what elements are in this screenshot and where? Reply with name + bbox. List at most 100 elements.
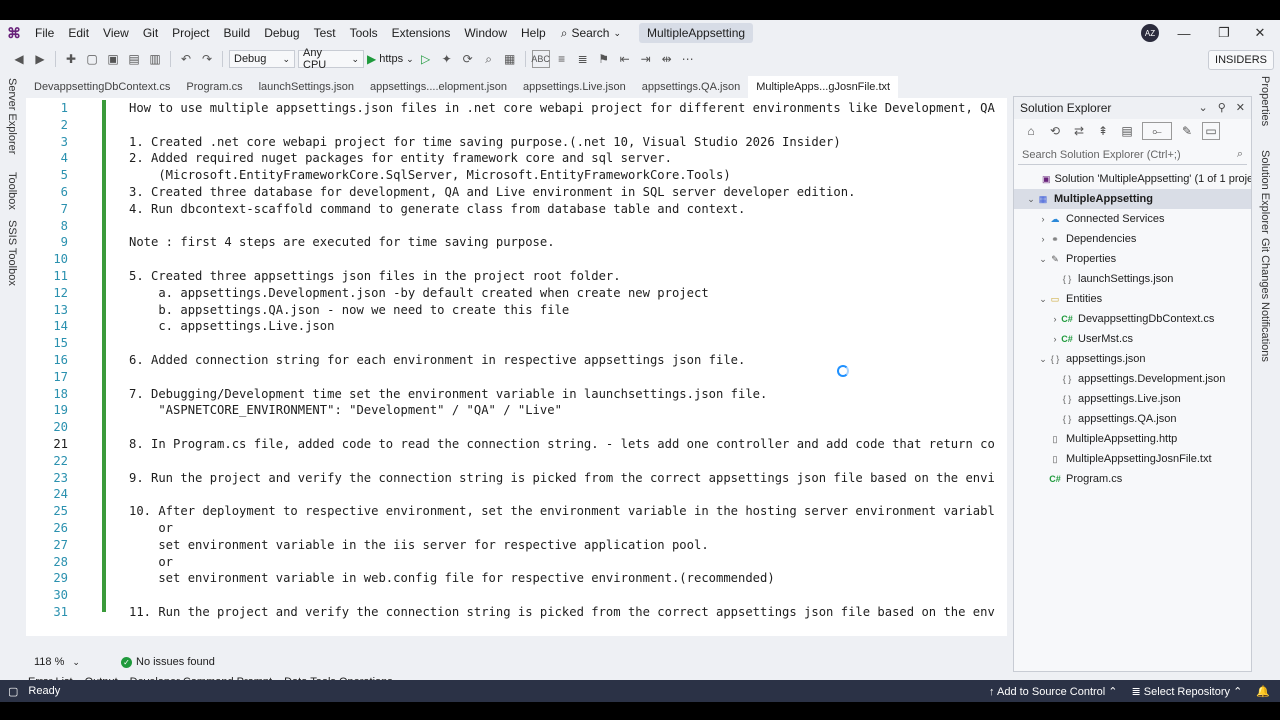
show-all-files-icon[interactable]: ▤ xyxy=(1118,122,1136,140)
doc-tab[interactable]: appsettings.QA.json xyxy=(634,76,748,98)
minimize-icon[interactable]: — xyxy=(1164,20,1204,46)
menu-help[interactable]: Help xyxy=(514,20,553,46)
dropdown-icon[interactable]: ⌄ xyxy=(1199,101,1208,114)
find-icon[interactable]: ⌕ xyxy=(480,50,498,68)
forward-icon[interactable]: ▶ xyxy=(31,50,49,68)
more-icon[interactable]: ⋯ xyxy=(679,50,697,68)
start-without-debug-icon[interactable]: ▷ xyxy=(417,50,435,68)
menu-file[interactable]: File xyxy=(28,20,61,46)
server-explorer-tab[interactable]: Server Explorer xyxy=(6,78,18,154)
configuration-dropdown[interactable]: Debug ⌄ xyxy=(229,50,295,68)
menu-view[interactable]: View xyxy=(96,20,136,46)
tree-node[interactable]: ⌄ ▦ MultipleAppsetting xyxy=(1014,189,1251,209)
next-bookmark-icon[interactable]: ⇥ xyxy=(637,50,655,68)
run-button[interactable]: ▶ https ⌄ xyxy=(367,52,414,66)
solution-search-input[interactable]: Search Solution Explorer (Ctrl+;) ⌕ xyxy=(1018,145,1247,165)
prev-bookmark-icon[interactable]: ⇤ xyxy=(616,50,634,68)
properties-wrench-icon[interactable]: ✎ xyxy=(1178,122,1196,140)
tree-node[interactable]: ▣ Solution 'MultipleAppsetting' (1 of 1 p… xyxy=(1014,169,1251,189)
avatar[interactable]: AZ xyxy=(1141,24,1159,42)
zoom-dropdown[interactable]: 118 % ⌄ xyxy=(26,656,111,668)
tree-node[interactable]: { } launchSettings.json xyxy=(1014,269,1251,289)
switch-views-icon[interactable]: ⇄ xyxy=(1070,122,1088,140)
add-to-source-control-button[interactable]: ↑ Add to Source Control ⌃ xyxy=(989,685,1117,698)
tree-node[interactable]: ▯ MultipleAppsetting.http xyxy=(1014,429,1251,449)
browser-link-icon[interactable]: ⟳ xyxy=(459,50,477,68)
menu-window[interactable]: Window xyxy=(457,20,514,46)
doc-tab[interactable]: appsettings....elopment.json xyxy=(362,76,515,98)
insiders-badge[interactable]: INSIDERS xyxy=(1208,50,1274,70)
notifications-tab[interactable]: Notifications xyxy=(1259,302,1271,362)
search-menu[interactable]: ⌕ Search ⌄ xyxy=(553,26,629,41)
doc-tab[interactable]: Program.cs xyxy=(178,76,250,98)
preview-icon[interactable]: ▭ xyxy=(1202,122,1220,140)
chevron-right-icon[interactable]: › xyxy=(1038,234,1048,244)
restore-icon[interactable]: ❐ xyxy=(1204,20,1244,46)
menu-build[interactable]: Build xyxy=(217,20,258,46)
save-icon[interactable]: ▤ xyxy=(125,50,143,68)
notifications-bell-icon[interactable]: 🔔 xyxy=(1256,685,1270,698)
tree-node[interactable]: › C# DevappsettingDbContext.cs xyxy=(1014,309,1251,329)
bookmark-icon[interactable]: ⚑ xyxy=(595,50,613,68)
tree-node[interactable]: › C# UserMst.cs xyxy=(1014,329,1251,349)
platform-dropdown[interactable]: Any CPU ⌄ xyxy=(298,47,364,71)
hot-reload-icon[interactable]: ✦ xyxy=(438,50,456,68)
menu-extensions[interactable]: Extensions xyxy=(385,20,458,46)
menu-git[interactable]: Git xyxy=(136,20,165,46)
close-icon[interactable]: ✕ xyxy=(1240,20,1280,46)
menu-test[interactable]: Test xyxy=(307,20,343,46)
tree-node[interactable]: { } appsettings.QA.json xyxy=(1014,409,1251,429)
doc-tab[interactable]: launchSettings.json xyxy=(251,76,362,98)
text-editor[interactable]: 1 How to use multiple appsettings.json fi… xyxy=(26,98,1007,636)
output-icon[interactable]: ▢ xyxy=(8,685,18,698)
tree-node[interactable]: ⌄{ } appsettings.json xyxy=(1014,349,1251,369)
chevron-down-icon[interactable]: ⌄ xyxy=(1038,354,1048,365)
tree-node[interactable]: › ⚭ Dependencies xyxy=(1014,229,1251,249)
ssis-toolbox-tab[interactable]: SSIS Toolbox xyxy=(6,220,18,286)
explorer-icon[interactable]: ▦ xyxy=(501,50,519,68)
tree-node[interactable]: ⌄ ▭ Entities xyxy=(1014,289,1251,309)
pin-icon[interactable]: ⚲ xyxy=(1218,101,1226,114)
uncomment-icon[interactable]: ≣ xyxy=(574,50,592,68)
tree-node[interactable]: ⌄ ✎ Properties xyxy=(1014,249,1251,269)
spell-check-icon[interactable]: ABC xyxy=(531,50,550,68)
menu-edit[interactable]: Edit xyxy=(61,20,96,46)
tree-node[interactable]: C# Program.cs xyxy=(1014,469,1251,489)
chevron-down-icon[interactable]: ⌄ xyxy=(1038,294,1048,305)
undo-icon[interactable]: ↶ xyxy=(177,50,195,68)
git-changes-tab[interactable]: Git Changes xyxy=(1259,238,1271,299)
new-project-icon[interactable]: ✚ xyxy=(62,50,80,68)
pending-changes-filter-icon[interactable]: ⟜ xyxy=(1142,122,1172,140)
chevron-right-icon[interactable]: › xyxy=(1050,334,1060,344)
menu-project[interactable]: Project xyxy=(165,20,216,46)
open-icon[interactable]: ▣ xyxy=(104,50,122,68)
select-repository-button[interactable]: ≣ Select Repository ⌃ xyxy=(1132,685,1243,698)
tree-node[interactable]: › ☁ Connected Services xyxy=(1014,209,1251,229)
tree-node[interactable]: ▯ MultipleAppsettingJosnFile.txt xyxy=(1014,449,1251,469)
tree-node[interactable]: { } appsettings.Development.json xyxy=(1014,369,1251,389)
doc-tab[interactable]: DevappsettingDbContext.cs xyxy=(26,76,178,98)
chevron-right-icon[interactable]: › xyxy=(1050,314,1060,324)
save-all-icon[interactable]: ▥ xyxy=(146,50,164,68)
doc-tab[interactable]: appsettings.Live.json xyxy=(515,76,634,98)
solution-explorer-tab[interactable]: Solution Explorer xyxy=(1259,150,1271,234)
clear-bookmarks-icon[interactable]: ⇹ xyxy=(658,50,676,68)
properties-tab[interactable]: Properties xyxy=(1259,76,1271,126)
chevron-down-icon[interactable]: ⌄ xyxy=(1038,254,1048,265)
collapse-all-icon[interactable]: ⇞ xyxy=(1094,122,1112,140)
toolbox-tab[interactable]: Toolbox xyxy=(6,172,18,210)
comment-icon[interactable]: ≡ xyxy=(553,50,571,68)
home-icon[interactable]: ⌂ xyxy=(1022,122,1040,140)
tree-node[interactable]: { } appsettings.Live.json xyxy=(1014,389,1251,409)
issues-indicator[interactable]: ✓ No issues found xyxy=(111,656,215,668)
close-icon[interactable]: ✕ xyxy=(1236,101,1245,114)
new-file-icon[interactable]: ▢ xyxy=(83,50,101,68)
back-icon[interactable]: ◀ xyxy=(10,50,28,68)
sync-icon[interactable]: ⟲ xyxy=(1046,122,1064,140)
menu-tools[interactable]: Tools xyxy=(343,20,385,46)
menu-debug[interactable]: Debug xyxy=(257,20,306,46)
doc-tab[interactable]: MultipleApps...gJosnFile.txt xyxy=(748,76,899,98)
chevron-down-icon[interactable]: ⌄ xyxy=(1026,194,1036,205)
redo-icon[interactable]: ↷ xyxy=(198,50,216,68)
chevron-right-icon[interactable]: › xyxy=(1038,214,1048,224)
